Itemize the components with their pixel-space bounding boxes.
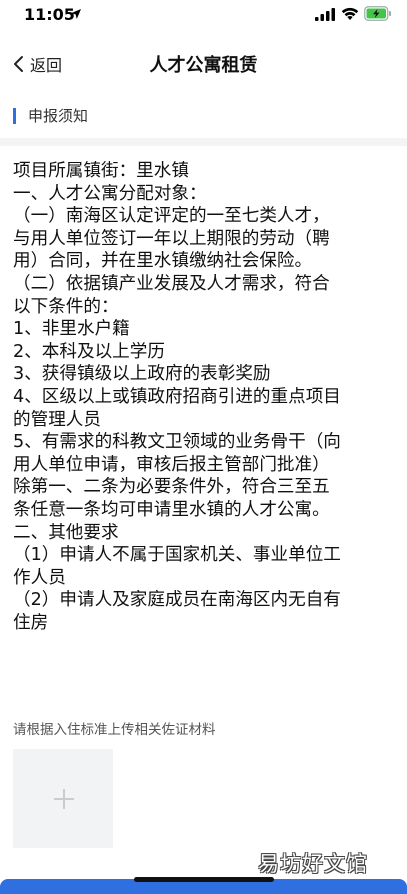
notice-line: 除第一、二条为必要条件外，符合三至五: [13, 477, 330, 498]
section-title: 申报须知: [28, 107, 89, 125]
notice-line: 与用人单位签订一年以上期限的劳动（聘: [13, 228, 330, 249]
status-time: 11:05: [24, 5, 75, 24]
notice-line: 的管理人员: [13, 409, 101, 430]
notice-line: 4、区级以上或镇政府招商引进的重点项目: [13, 386, 341, 407]
upload-hint: 请根据入住标准上传相关佐证材料: [13, 722, 216, 738]
watermark: 易坊好文馆: [258, 852, 368, 876]
notice-line: 作人员: [13, 567, 66, 588]
notice-line: 5、有需求的科教文卫领域的业务骨干（向: [13, 432, 341, 453]
notice-line: （2）申请人及家庭成员在南海区内无自有: [13, 590, 341, 611]
section-divider: [0, 138, 407, 146]
notice-line: 以下条件的：: [13, 296, 119, 317]
section-accent-bar: [13, 107, 16, 124]
location-arrow-icon: [71, 9, 81, 19]
notice-line: 用）合同，并在里水镇缴纳社会保险。: [13, 251, 313, 272]
notice-text: 项目所属镇街：里水镇 一、人才公寓分配对象： （一）南海区认定评定的一至七类人才…: [13, 160, 403, 634]
notice-line: （1）申请人不属于国家机关、事业单位工: [13, 545, 341, 566]
notice-line: （一）南海区认定评定的一至七类人才，: [13, 206, 330, 227]
battery-charging-icon: [364, 6, 391, 21]
notice-line: 2、本科及以上学历: [13, 341, 165, 362]
home-indicator: [134, 877, 274, 882]
notice-line: 住房: [13, 612, 49, 633]
cellular-signal-icon: [315, 8, 335, 21]
notice-line: 二、其他要求: [13, 522, 119, 543]
navigation-bar: 返回 人才公寓租赁: [0, 42, 407, 86]
notice-line: 1、非里水户籍: [13, 319, 130, 340]
section-header: 申报须知: [13, 105, 88, 126]
status-bar: 11:05: [0, 0, 407, 30]
notice-line: 项目所属镇街：里水镇: [13, 161, 189, 181]
notice-line: 3、获得镇级以上政府的表彰奖励: [13, 364, 271, 385]
plus-icon: [54, 789, 74, 809]
wifi-icon: [341, 7, 359, 20]
page-title: 人才公寓租赁: [149, 55, 258, 76]
notice-line: （二）依据镇产业发展及人才需求，符合: [13, 273, 330, 294]
notice-line: 条任意一条均可申请里水镇的人才公寓。: [13, 499, 330, 520]
upload-button[interactable]: [13, 749, 113, 848]
notice-line: 一、人才公寓分配对象：: [13, 183, 207, 204]
notice-line: 用人单位申请，审核后报主管部门批准）: [13, 454, 330, 475]
